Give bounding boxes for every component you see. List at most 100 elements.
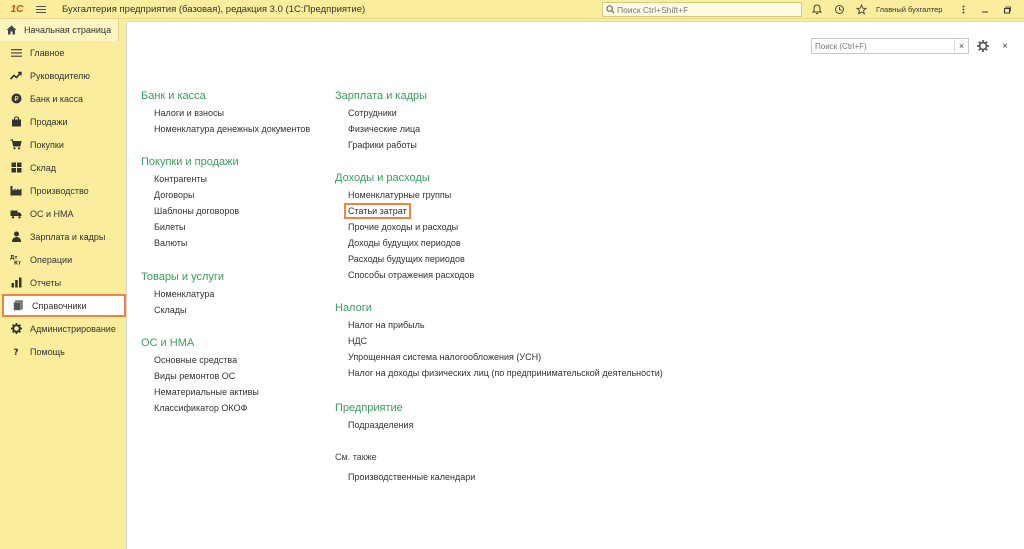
link-okof-classifier[interactable]: Классификатор ОКОФ bbox=[141, 400, 259, 416]
restore-icon[interactable] bbox=[996, 0, 1018, 19]
link-departments[interactable]: Подразделения bbox=[335, 417, 413, 433]
tab-home-label: Начальная страница bbox=[24, 25, 112, 35]
right-column-taxes: Налоги Налог на прибыль НДС Упрощенная с… bbox=[335, 299, 663, 381]
link-contract-templates[interactable]: Шаблоны договоров bbox=[141, 203, 239, 219]
sidebar-item-manager[interactable]: Руководителю bbox=[0, 64, 126, 87]
group-title-assets[interactable]: ОС и НМА bbox=[141, 334, 259, 352]
right-column-enterprise: Предприятие Подразделения bbox=[335, 399, 413, 433]
catalogs-panel: × × Банк и касса Налоги и взносы Номенкл… bbox=[126, 21, 1024, 549]
sidebar-item-production[interactable]: Производство bbox=[0, 179, 126, 202]
group-title-sales[interactable]: Покупки и продажи bbox=[141, 153, 239, 171]
link-tickets[interactable]: Билеты bbox=[141, 219, 239, 235]
left-column-sales: Покупки и продажи Контрагенты Договоры Ш… bbox=[141, 153, 239, 251]
group-title-salary[interactable]: Зарплата и кадры bbox=[335, 87, 427, 105]
right-column-salary: Зарплата и кадры Сотрудники Физические л… bbox=[335, 87, 427, 153]
truck-icon bbox=[10, 208, 22, 220]
trend-icon bbox=[10, 70, 22, 82]
clear-search-icon[interactable]: × bbox=[954, 39, 968, 53]
link-currencies[interactable]: Валюты bbox=[141, 235, 239, 251]
left-column-goods: Товары и услуги Номенклатура Склады bbox=[141, 268, 224, 318]
link-individuals[interactable]: Физические лица bbox=[335, 121, 427, 137]
group-title-income[interactable]: Доходы и расходы bbox=[335, 169, 474, 187]
link-deferred-income[interactable]: Доходы будущих периодов bbox=[335, 235, 474, 251]
sidebar-item-reports[interactable]: Отчеты bbox=[0, 271, 126, 294]
sidebar-item-bank[interactable]: ₽ Банк и касса bbox=[0, 87, 126, 110]
current-user[interactable]: Главный бухгалтер bbox=[876, 5, 942, 14]
link-employees[interactable]: Сотрудники bbox=[335, 105, 427, 121]
panel-settings-icon[interactable] bbox=[975, 38, 991, 54]
global-search[interactable] bbox=[602, 2, 802, 17]
minimize-icon[interactable] bbox=[974, 0, 996, 19]
panel-search-input[interactable] bbox=[812, 39, 954, 53]
link-production-calendars[interactable]: Производственные календари bbox=[335, 469, 475, 485]
left-column: Банк и касса Налоги и взносы Номенклатур… bbox=[141, 87, 310, 137]
group-title-taxes[interactable]: Налоги bbox=[335, 299, 663, 317]
link-nomenclature-groups[interactable]: Номенклатурные группы bbox=[335, 187, 474, 203]
question-icon: ? bbox=[10, 346, 22, 358]
sidebar-item-administration[interactable]: Администрирование bbox=[0, 317, 126, 340]
coin-icon: ₽ bbox=[10, 93, 22, 105]
main-menu-icon[interactable] bbox=[32, 0, 50, 19]
menu-lines-icon bbox=[10, 47, 22, 59]
link-warehouses[interactable]: Склады bbox=[141, 302, 224, 318]
person-icon bbox=[10, 231, 22, 243]
link-intangible-assets[interactable]: Нематериальные активы bbox=[141, 384, 259, 400]
link-counterparties[interactable]: Контрагенты bbox=[141, 171, 239, 187]
link-profit-tax[interactable]: Налог на прибыль bbox=[335, 317, 663, 333]
link-nomenclature[interactable]: Номенклатура bbox=[141, 286, 224, 302]
book-icon bbox=[12, 300, 24, 312]
link-money-documents[interactable]: Номенклатура денежных документов bbox=[141, 121, 310, 137]
right-column-see-also: См. также Производственные календари bbox=[335, 448, 475, 485]
title-bar: 1С Бухгалтерия предприятия (базовая), ре… bbox=[0, 0, 1024, 19]
svg-text:₽: ₽ bbox=[14, 95, 19, 103]
sidebar-item-main[interactable]: Главное bbox=[0, 41, 126, 64]
gear-icon bbox=[10, 323, 22, 335]
group-title-bank[interactable]: Банк и касса bbox=[141, 87, 310, 105]
link-taxes-contributions[interactable]: Налоги и взносы bbox=[141, 105, 310, 121]
link-other-income-expenses[interactable]: Прочие доходы и расходы bbox=[335, 219, 474, 235]
sidebar-item-purchases[interactable]: Покупки bbox=[0, 133, 126, 156]
app-logo: 1С bbox=[10, 3, 24, 15]
cart-icon bbox=[10, 139, 22, 151]
panel-close-icon[interactable]: × bbox=[997, 38, 1013, 54]
group-title-see-also: См. также bbox=[335, 452, 377, 462]
link-work-schedules[interactable]: Графики работы bbox=[335, 137, 427, 153]
factory-icon bbox=[10, 185, 22, 197]
history-icon[interactable] bbox=[828, 0, 850, 19]
link-cost-items-label: Статьи затрат bbox=[344, 203, 411, 219]
link-cost-items[interactable]: Статьи затрат bbox=[335, 203, 474, 219]
bell-icon[interactable] bbox=[806, 0, 828, 19]
sidebar-item-fixed-assets[interactable]: ОС и НМА bbox=[0, 202, 126, 225]
panel-search[interactable]: × bbox=[811, 38, 969, 54]
link-contracts[interactable]: Договоры bbox=[141, 187, 239, 203]
left-column-assets: ОС и НМА Основные средства Виды ремонтов… bbox=[141, 334, 259, 416]
tab-home[interactable]: Начальная страница bbox=[0, 19, 119, 41]
search-icon bbox=[603, 5, 617, 14]
more-icon[interactable] bbox=[952, 0, 974, 19]
sidebar-item-sales[interactable]: Продажи bbox=[0, 110, 126, 133]
group-title-enterprise[interactable]: Предприятие bbox=[335, 399, 413, 417]
right-column-income: Доходы и расходы Номенклатурные группы С… bbox=[335, 169, 474, 283]
svg-text:?: ? bbox=[13, 348, 18, 357]
sidebar-item-operations[interactable]: Дт Кт Операции bbox=[0, 248, 126, 271]
sidebar-item-help[interactable]: ? Помощь bbox=[0, 340, 126, 363]
dt-kt-icon: Дт Кт bbox=[10, 254, 22, 266]
link-fixed-assets[interactable]: Основные средства bbox=[141, 352, 259, 368]
link-expense-reflection[interactable]: Способы отражения расходов bbox=[335, 267, 474, 283]
sidebar: Главное Руководителю ₽ Банк и касса Прод… bbox=[0, 41, 126, 549]
global-search-input[interactable] bbox=[617, 4, 797, 15]
link-repair-types[interactable]: Виды ремонтов ОС bbox=[141, 368, 259, 384]
sidebar-item-warehouse[interactable]: Склад bbox=[0, 156, 126, 179]
sidebar-item-salary[interactable]: Зарплата и кадры bbox=[0, 225, 126, 248]
close-window-icon[interactable] bbox=[1018, 0, 1024, 19]
home-icon bbox=[6, 25, 17, 35]
bar-chart-icon bbox=[10, 277, 22, 289]
shopping-bag-icon bbox=[10, 116, 22, 128]
sidebar-item-catalogs[interactable]: Справочники bbox=[2, 294, 126, 317]
star-icon[interactable] bbox=[850, 0, 872, 19]
link-vat[interactable]: НДС bbox=[335, 333, 663, 349]
group-title-goods[interactable]: Товары и услуги bbox=[141, 268, 224, 286]
link-personal-income-tax[interactable]: Налог на доходы физических лиц (по предп… bbox=[335, 365, 663, 381]
link-usn[interactable]: Упрощенная система налогообложения (УСН) bbox=[335, 349, 663, 365]
link-deferred-expenses[interactable]: Расходы будущих периодов bbox=[335, 251, 474, 267]
